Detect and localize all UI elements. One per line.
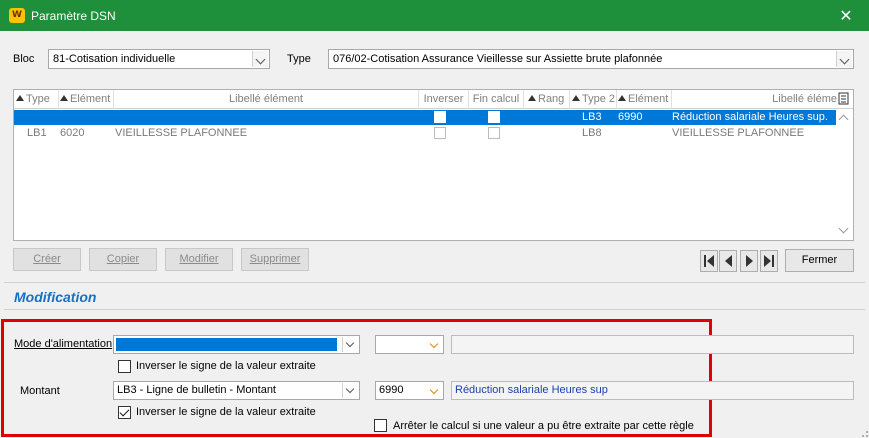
row-libelle2: VIEILLESSE PLAFONNEE [672, 127, 805, 139]
sort-up-icon [16, 95, 24, 101]
app-logo-icon: W [9, 8, 25, 23]
table-header: Type Elément Libellé élément Inverser Fi… [14, 90, 853, 109]
type-select-value: 076/02-Cotisation Assurance Vieillesse s… [333, 53, 663, 65]
row-inverser-checkbox[interactable] [434, 127, 446, 139]
previous-record-icon[interactable] [719, 250, 737, 272]
first-record-icon[interactable] [700, 250, 718, 272]
row-libelle: VIEILLESSE PLAFONNEE [115, 127, 248, 139]
montant-code-select[interactable]: 6990 [375, 381, 444, 400]
fermer-button[interactable]: Fermer [785, 249, 854, 272]
chevron-down-icon[interactable] [252, 51, 268, 67]
chevron-down-icon[interactable] [427, 338, 441, 351]
table-row[interactable]: LB1 6020 VIEILLESSE PLAFONNEE LB8 VIEILL… [14, 126, 836, 141]
row-fin-calcul-checkbox[interactable] [488, 111, 500, 123]
inverser-signe-label-1: Inverser le signe de la valeur extraite [136, 360, 316, 372]
type-select[interactable]: 076/02-Cotisation Assurance Vieillesse s… [328, 49, 854, 69]
column-header-fin-calcul[interactable]: Fin calcul [469, 90, 524, 109]
vertical-scrollbar[interactable] [836, 110, 852, 240]
supprimer-button[interactable]: Supprimer [241, 248, 309, 271]
arreter-calcul-checkbox[interactable] [374, 419, 387, 432]
inverser-signe-checkbox-1[interactable] [118, 360, 131, 373]
column-header-libelle2[interactable]: Libellé éléme [672, 90, 839, 109]
column-header-type2[interactable]: Type 2 [570, 90, 617, 109]
scroll-down-icon[interactable] [838, 223, 849, 234]
sort-up-icon [618, 95, 626, 101]
mode-code-select[interactable] [375, 335, 444, 354]
bloc-select-value: 81-Cotisation individuelle [53, 53, 176, 65]
montant-libelle-field: Réduction salariale Heures sup [451, 381, 854, 400]
row-element2: 6990 [618, 111, 643, 123]
elements-table[interactable]: Type Elément Libellé élément Inverser Fi… [13, 89, 854, 241]
table-row[interactable]: LB3 6990 Réduction salariale Heures sup. [14, 110, 836, 125]
window-title: Paramètre DSN [31, 9, 116, 23]
type-label: Type [287, 53, 311, 65]
sort-up-icon [572, 95, 580, 101]
column-header-libelle[interactable]: Libellé élément [114, 90, 419, 109]
sort-up-icon [60, 95, 68, 101]
montant-libelle-value: Réduction salariale Heures sup [455, 384, 608, 396]
inverser-signe-label-2: Inverser le signe de la valeur extraite [136, 406, 316, 418]
mode-alimentation-select[interactable] [113, 335, 360, 354]
column-header-inverser[interactable]: Inverser [419, 90, 469, 109]
chevron-down-icon[interactable] [427, 384, 441, 397]
row-element: 6020 [60, 127, 85, 139]
mode-libelle-field [451, 335, 854, 354]
row-type2: LB8 [582, 127, 602, 139]
arreter-calcul-label: Arrêter le calcul si une valeur a pu êtr… [393, 420, 694, 432]
bloc-label: Bloc [13, 53, 35, 65]
divider [4, 309, 865, 310]
column-picker-icon[interactable] [838, 92, 852, 106]
section-title: Modification [14, 289, 97, 305]
row-libelle2: Réduction salariale Heures sup. [672, 111, 828, 123]
next-record-icon[interactable] [740, 250, 758, 272]
column-header-type[interactable]: Type [14, 90, 59, 109]
chevron-down-icon[interactable] [342, 383, 358, 398]
scroll-up-icon[interactable] [838, 114, 849, 125]
row-type2: LB3 [582, 111, 602, 123]
bloc-select[interactable]: 81-Cotisation individuelle [48, 49, 270, 69]
column-header-element2[interactable]: Elément 2 [617, 90, 672, 109]
chevron-down-icon[interactable] [342, 337, 358, 352]
selected-item-highlight [116, 338, 337, 351]
modifier-button[interactable]: Modifier [165, 248, 233, 271]
montant-select-value: LB3 - Ligne de bulletin - Montant [117, 384, 276, 396]
resize-grip-icon[interactable] [857, 426, 869, 438]
montant-select[interactable]: LB3 - Ligne de bulletin - Montant [113, 381, 360, 400]
row-fin-calcul-checkbox[interactable] [488, 127, 500, 139]
divider [4, 282, 865, 283]
copier-button[interactable]: Copier [89, 248, 157, 271]
montant-label: Montant [20, 385, 60, 397]
montant-code-value: 6990 [379, 384, 404, 396]
chevron-down-icon[interactable] [836, 51, 852, 67]
column-header-rang[interactable]: Rang [524, 90, 570, 109]
sort-up-icon [528, 95, 536, 101]
row-type: LB1 [27, 127, 47, 139]
title-bar: W Paramètre DSN ✕ [0, 0, 869, 31]
row-inverser-checkbox[interactable] [434, 111, 446, 123]
last-record-icon[interactable] [760, 250, 778, 272]
creer-button[interactable]: Créer [13, 248, 81, 271]
close-icon[interactable]: ✕ [823, 0, 869, 31]
mode-alimentation-label: Mode d'alimentation [14, 338, 113, 350]
inverser-signe-checkbox-2[interactable] [118, 406, 131, 419]
column-header-element[interactable]: Elément [59, 90, 114, 109]
